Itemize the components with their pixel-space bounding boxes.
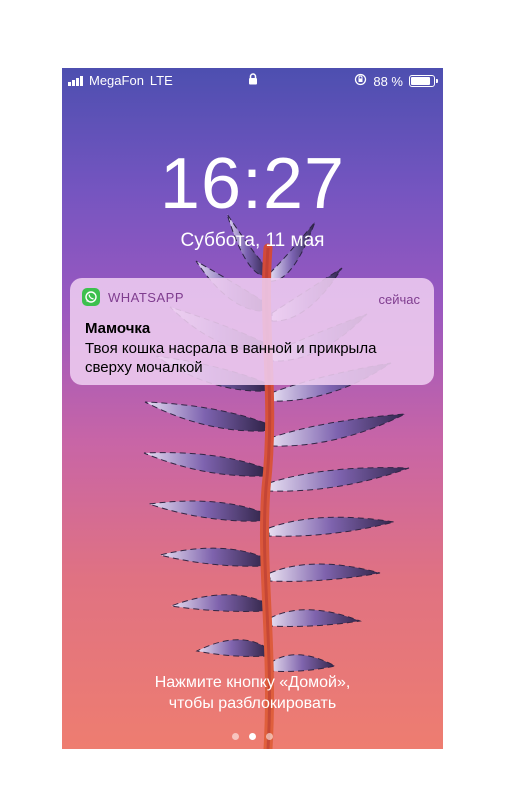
plant-leaf xyxy=(269,563,381,582)
whatsapp-notification[interactable]: WHATSAPP сейчас Мамочка Твоя кошка насра… xyxy=(70,278,434,385)
lock-date: Суббота, 11 мая xyxy=(180,230,325,251)
unlock-hint-line2: чтобы разблокировать xyxy=(168,695,337,712)
page-indicator xyxy=(62,733,443,740)
plant-leaf xyxy=(268,467,410,492)
notification-app-name: WHATSAPP xyxy=(108,289,184,305)
plant-leaf xyxy=(148,500,265,522)
lock-screen: MegaFon LTE 88 % 16:27 Суббота, 11 мая W… xyxy=(62,68,443,749)
lock-clock: 16:27 xyxy=(159,144,346,224)
whatsapp-icon xyxy=(82,288,100,306)
notification-sender: Мамочка xyxy=(85,320,151,337)
plant-leaf xyxy=(144,401,266,432)
battery-percent: 88 % xyxy=(373,73,403,89)
plant-leaf xyxy=(170,594,267,612)
unlock-hint: Нажмите кнопку «Домой», чтобы разблокиро… xyxy=(62,672,443,714)
plant-leaf xyxy=(195,639,268,657)
unlock-hint-line1: Нажмите кнопку «Домой», xyxy=(154,674,351,691)
page-dot xyxy=(232,733,239,740)
rotation-lock-icon xyxy=(354,73,367,89)
network-type: LTE xyxy=(149,73,173,88)
plant-leaf xyxy=(269,413,406,447)
status-bar: MegaFon LTE 88 % xyxy=(62,68,443,92)
plant-leaf xyxy=(143,452,265,477)
plant-leaf xyxy=(268,516,395,537)
lock-icon xyxy=(248,73,258,88)
battery-icon xyxy=(409,75,438,87)
plant-leaf xyxy=(269,654,337,672)
plant-leaf xyxy=(159,547,266,567)
notification-time: сейчас xyxy=(378,292,421,307)
notification-message: Твоя кошка насрала в ванной и прикрыла с… xyxy=(85,340,377,376)
signal-strength-icon xyxy=(68,75,83,86)
plant-leaf xyxy=(269,609,362,627)
page-dot xyxy=(266,733,273,740)
page-dot xyxy=(249,733,256,740)
carrier-name: MegaFon xyxy=(89,73,144,88)
